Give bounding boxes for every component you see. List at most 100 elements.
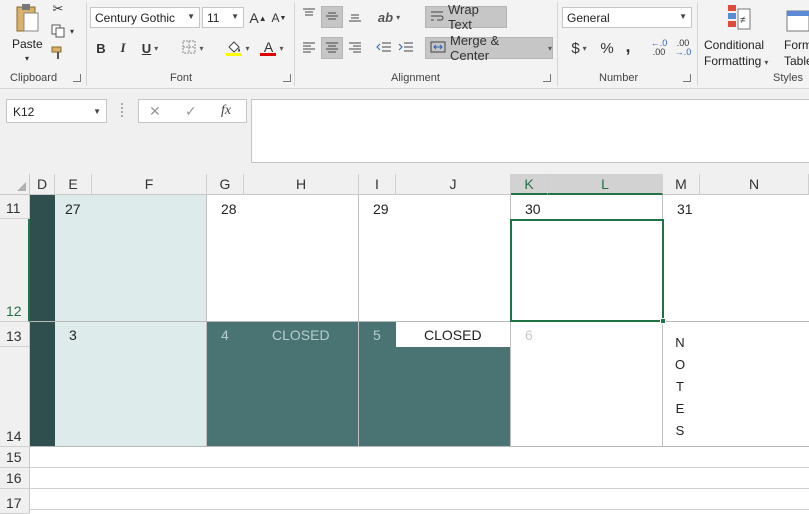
- calendar-cell-light[interactable]: [55, 322, 207, 447]
- formula-input[interactable]: [251, 99, 809, 163]
- align-center-button[interactable]: [321, 37, 343, 59]
- row-header-17[interactable]: 17: [0, 489, 30, 514]
- increase-indent-button[interactable]: [396, 37, 416, 59]
- row-header-12[interactable]: 12: [0, 219, 30, 322]
- accounting-format-button[interactable]: $ ▾: [564, 37, 594, 59]
- row-header-16[interactable]: 16: [0, 468, 30, 489]
- formula-buttons: ✕ ✓ fx: [138, 99, 247, 123]
- bottom-align-button[interactable]: [345, 6, 365, 28]
- column-header-j[interactable]: J: [396, 174, 511, 195]
- conditional-formatting-button[interactable]: Conditional Formatting ▾: [704, 37, 780, 71]
- cell-border: [30, 321, 809, 322]
- currency-icon: $: [571, 39, 580, 57]
- font-name-combo[interactable]: Century Gothic ▼: [90, 7, 200, 28]
- percent-icon: %: [600, 39, 614, 57]
- notes-label: N O T E S: [673, 332, 687, 442]
- format-as-table-icon[interactable]: [785, 6, 809, 34]
- dialog-launcher-icon[interactable]: [73, 74, 81, 82]
- column-header-i[interactable]: I: [359, 174, 396, 195]
- format-as-table-button[interactable]: Format as Table: [784, 37, 809, 69]
- dialog-launcher-icon[interactable]: [543, 74, 551, 82]
- name-box[interactable]: K12 ▼: [6, 99, 107, 123]
- notes-letter: E: [675, 401, 685, 416]
- column-header-g[interactable]: G: [207, 174, 244, 195]
- row-header-14[interactable]: 14: [0, 347, 30, 447]
- group-label-alignment: Alignment: [391, 72, 440, 84]
- fill-handle[interactable]: [660, 318, 666, 324]
- merge-center-icon: [430, 41, 446, 56]
- font-size-combo[interactable]: 11 ▼: [202, 7, 244, 28]
- orientation-button[interactable]: ab ▾: [374, 6, 404, 28]
- column-header-n[interactable]: N: [700, 174, 809, 195]
- increase-decimal-button[interactable]: ←.0.00: [648, 37, 670, 59]
- middle-align-button[interactable]: [321, 6, 343, 28]
- bold-button[interactable]: B: [93, 37, 109, 59]
- cut-icon[interactable]: ✂: [50, 1, 66, 17]
- chevron-down-icon: ▾: [547, 43, 552, 53]
- percent-style-button[interactable]: %: [598, 37, 616, 59]
- decrease-decimal-button[interactable]: .00 →.0: [672, 37, 694, 59]
- paste-button[interactable]: Paste: [12, 37, 43, 51]
- insert-function-icon[interactable]: fx: [221, 103, 231, 119]
- column-header-f[interactable]: F: [92, 174, 207, 195]
- underline-button[interactable]: U ▾: [137, 37, 163, 59]
- group-divider: [557, 2, 558, 86]
- column-header-e[interactable]: E: [55, 174, 92, 195]
- enter-icon[interactable]: ✓: [185, 103, 197, 120]
- row-header-13[interactable]: 13: [0, 322, 30, 347]
- align-center-icon: [325, 41, 339, 56]
- copy-icon[interactable]: [50, 23, 66, 39]
- wrap-text-button[interactable]: Wrap Text: [425, 2, 507, 32]
- chevron-down-icon: ▼: [187, 12, 195, 21]
- formula-bar-grip: [121, 103, 123, 117]
- select-all-button[interactable]: [0, 174, 30, 195]
- chevron-down-icon[interactable]: ▾: [22, 53, 32, 63]
- format-painter-icon[interactable]: [50, 45, 66, 61]
- borders-button[interactable]: ▾: [178, 37, 208, 59]
- notes-letter: S: [675, 423, 685, 438]
- shrink-font-button[interactable]: A ▼: [271, 7, 287, 29]
- increase-decimal-icon: .00: [652, 47, 666, 57]
- fill-color-button[interactable]: ▾: [222, 37, 254, 59]
- font-color-button[interactable]: A ▾: [257, 37, 287, 59]
- borders-icon: [182, 40, 196, 57]
- orientation-icon: ab: [377, 9, 394, 25]
- top-align-button[interactable]: [299, 4, 319, 26]
- notes-letter: T: [676, 379, 684, 394]
- paste-icon[interactable]: [12, 2, 42, 34]
- conditional-formatting-label-1: Conditional: [704, 38, 765, 52]
- conditional-formatting-icon[interactable]: ≠: [725, 2, 753, 34]
- closed-label: CLOSED: [424, 327, 482, 343]
- chevron-down-icon: ▼: [231, 12, 239, 21]
- column-header-h[interactable]: H: [244, 174, 359, 195]
- active-cell-k12[interactable]: [510, 219, 664, 322]
- column-header-m[interactable]: M: [663, 174, 700, 195]
- middle-align-icon: [325, 10, 339, 25]
- decrease-indent-button[interactable]: [374, 37, 394, 59]
- format-as-table-label-2: Table: [784, 54, 809, 68]
- row-header-11[interactable]: 11: [0, 195, 30, 219]
- day-number: 4: [221, 327, 229, 343]
- column-header-l[interactable]: L: [548, 174, 663, 195]
- align-right-icon: [348, 41, 362, 56]
- dialog-launcher-icon[interactable]: [283, 74, 291, 82]
- cell-border: [30, 446, 809, 447]
- chevron-down-icon[interactable]: ▾: [68, 25, 76, 37]
- notes-letter: N: [675, 335, 685, 350]
- row-header-15[interactable]: 15: [0, 447, 30, 468]
- merge-center-button[interactable]: Merge & Center ▾: [425, 33, 553, 63]
- grow-font-button[interactable]: A ▲: [249, 7, 267, 29]
- dialog-launcher-icon[interactable]: [683, 74, 691, 82]
- italic-button[interactable]: I: [115, 37, 131, 59]
- wrap-text-label: Wrap Text: [448, 2, 479, 32]
- column-header-k[interactable]: K: [511, 174, 548, 195]
- align-left-button[interactable]: [299, 37, 319, 59]
- group-label-clipboard: Clipboard: [10, 72, 58, 84]
- align-right-button[interactable]: [345, 37, 365, 59]
- number-format-combo[interactable]: General ▼: [562, 7, 692, 28]
- cancel-icon[interactable]: ✕: [149, 103, 161, 120]
- chevron-down-icon[interactable]: ▼: [93, 107, 101, 116]
- comma-style-button[interactable]: ,: [622, 35, 634, 57]
- day-number: 29: [373, 201, 389, 217]
- column-header-d[interactable]: D: [30, 174, 55, 195]
